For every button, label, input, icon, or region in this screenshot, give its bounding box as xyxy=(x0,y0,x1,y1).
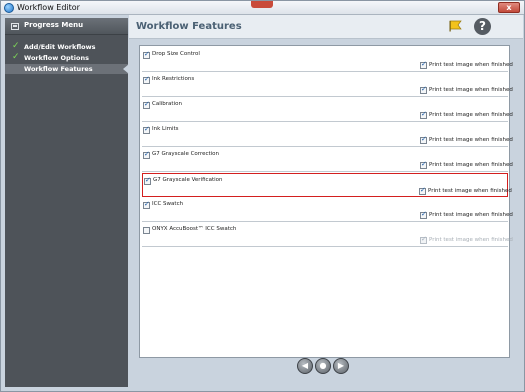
feature-name: G7 Grayscale Correction xyxy=(152,151,220,157)
feature-row: Ink Limits Print test image when finished xyxy=(142,123,513,147)
progress-menu-sidebar: Progress Menu ✓ Add/Edit Workflows ✓ Wor… xyxy=(5,18,129,387)
app-icon xyxy=(4,3,14,13)
feature-name: Calibration xyxy=(152,101,182,107)
print-test-checkbox[interactable] xyxy=(419,186,426,195)
print-test-label: Print test image when finished xyxy=(429,137,513,143)
menu-icon xyxy=(11,23,19,30)
print-test-checkbox xyxy=(420,235,427,244)
title-bar-tab xyxy=(251,1,273,8)
features-list: Drop Size Control Print test image when f… xyxy=(139,45,513,358)
back-button[interactable]: ◀ xyxy=(297,358,313,374)
feature-row: Ink Restrictions Print test image when fi… xyxy=(142,73,513,97)
feature-name: G7 Grayscale Verification xyxy=(153,177,223,183)
print-test-option: Print test image when finished xyxy=(420,85,513,95)
print-test-label: Print test image when finished xyxy=(429,62,513,68)
print-test-label: Print test image when finished xyxy=(429,162,513,168)
feature-checkbox[interactable] xyxy=(144,176,151,185)
feature-name: ONYX AccuBoost™ ICC Swatch xyxy=(152,226,237,232)
feature-checkbox[interactable] xyxy=(143,125,150,134)
checkmark-icon: ✓ xyxy=(12,52,20,62)
sidebar-title: Progress Menu xyxy=(24,21,84,29)
feature-checkbox[interactable] xyxy=(143,200,150,209)
print-test-checkbox[interactable] xyxy=(420,85,427,94)
sidebar-item-workflow-features[interactable]: Workflow Features xyxy=(5,64,129,74)
print-test-label: Print test image when finished xyxy=(429,237,513,243)
feature-name: Drop Size Control xyxy=(152,51,200,57)
help-icon[interactable]: ? xyxy=(474,18,491,35)
print-test-label: Print test image when finished xyxy=(429,112,513,118)
title-bar: Workflow Editor x xyxy=(1,1,524,15)
print-test-checkbox[interactable] xyxy=(420,60,427,69)
page-title: Workflow Features xyxy=(136,21,242,32)
feature-row: Drop Size Control Print test image when f… xyxy=(142,48,513,72)
feature-row: G7 Grayscale Verification Print test imag… xyxy=(142,173,512,197)
print-test-option: Print test image when finished xyxy=(419,186,512,196)
print-test-checkbox[interactable] xyxy=(420,160,427,169)
window-title: Workflow Editor xyxy=(17,3,80,12)
feature-checkbox[interactable] xyxy=(143,50,150,59)
print-test-label: Print test image when finished xyxy=(429,212,513,218)
print-test-label: Print test image when finished xyxy=(429,87,513,93)
print-test-checkbox[interactable] xyxy=(420,210,427,219)
main-header: Workflow Features ? xyxy=(129,15,523,39)
sidebar-item-add-edit-workflows[interactable]: ✓ Add/Edit Workflows xyxy=(5,41,128,52)
sidebar-item-label: Add/Edit Workflows xyxy=(24,43,96,51)
feature-name: Ink Restrictions xyxy=(152,76,195,82)
feature-checkbox[interactable] xyxy=(143,150,150,159)
sidebar-item-label: Workflow Options xyxy=(24,54,89,62)
feature-name: ICC Swatch xyxy=(152,201,184,207)
sidebar-item-workflow-options[interactable]: ✓ Workflow Options xyxy=(5,52,128,63)
wizard-navigation: ◀ ● ▶ xyxy=(297,358,352,376)
print-test-label: Print test image when finished xyxy=(428,188,512,194)
checkmark-icon: ✓ xyxy=(12,41,20,51)
main-panel: Workflow Features ? Drop Size Control Pri… xyxy=(129,15,523,389)
print-test-option: Print test image when finished xyxy=(420,210,513,220)
feature-checkbox[interactable] xyxy=(143,100,150,109)
flag-icon[interactable] xyxy=(449,20,462,32)
print-test-option: Print test image when finished xyxy=(420,135,513,145)
feature-row: Calibration Print test image when finishe… xyxy=(142,98,513,122)
print-test-option: Print test image when finished xyxy=(420,60,513,70)
feature-name: Ink Limits xyxy=(152,126,179,132)
feature-checkbox[interactable] xyxy=(143,227,150,234)
workflow-editor-window: Workflow Editor x Progress Menu ✓ Add/Ed… xyxy=(0,0,525,392)
feature-checkbox[interactable] xyxy=(143,75,150,84)
sidebar-header: Progress Menu xyxy=(5,18,128,35)
feature-row: ICC Swatch Print test image when finished xyxy=(142,198,513,222)
print-test-option: Print test image when finished xyxy=(420,235,513,245)
sidebar-item-label: Workflow Features xyxy=(24,65,93,73)
print-test-option: Print test image when finished xyxy=(420,110,513,120)
print-test-option: Print test image when finished xyxy=(420,160,513,170)
feature-row: ONYX AccuBoost™ ICC Swatch Print test ima… xyxy=(142,223,513,247)
close-button[interactable]: x xyxy=(498,2,520,13)
print-test-checkbox[interactable] xyxy=(420,135,427,144)
print-test-checkbox[interactable] xyxy=(420,110,427,119)
finish-button[interactable]: ▶ xyxy=(333,358,349,374)
next-button[interactable]: ● xyxy=(315,358,331,374)
feature-row: G7 Grayscale Correction Print test image … xyxy=(142,148,513,172)
